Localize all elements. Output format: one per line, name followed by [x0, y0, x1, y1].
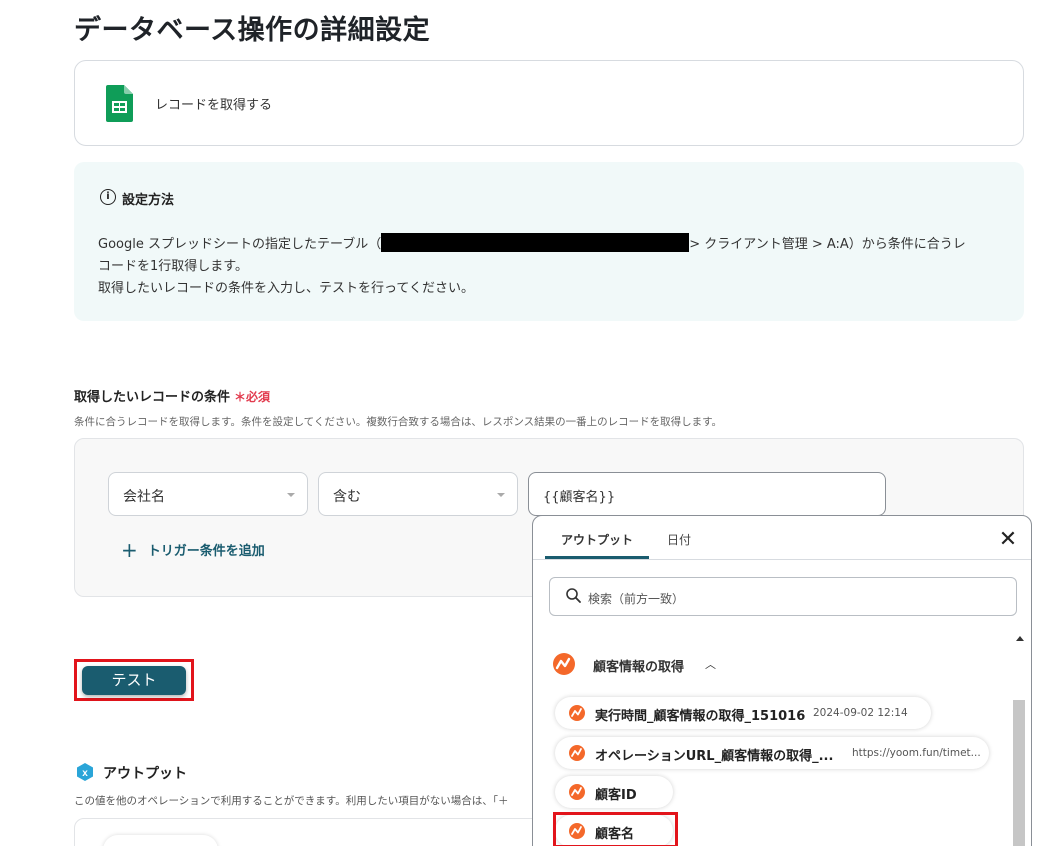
info-line2: コードを1行取得します。 — [98, 259, 248, 274]
close-icon[interactable]: ✕ — [997, 529, 1019, 551]
yoom-logo-icon — [569, 784, 585, 800]
required-mark: ＊必須 — [234, 390, 271, 404]
google-sheets-icon — [106, 85, 133, 122]
info-line1-before: Google スプレッドシートの指定したテーブル（ — [98, 237, 382, 252]
chevron-up-icon[interactable]: ︿ — [705, 656, 716, 672]
field-select-value: 会社名 — [123, 489, 165, 505]
tab-output[interactable]: アウトプット — [561, 531, 633, 548]
search-icon — [566, 588, 581, 603]
customer-name-highlight-box — [553, 812, 678, 846]
condition-value-text: {{顧客名}} — [543, 490, 616, 505]
info-body: Google スプレッドシートの指定したテーブル（ > クライアント管理 > A:… — [98, 233, 1008, 300]
search-placeholder: 検索（前方一致） — [588, 592, 685, 606]
field-select[interactable]: 会社名 — [108, 472, 308, 516]
redacted-block — [381, 233, 690, 252]
output-chip[interactable] — [103, 835, 218, 846]
svg-text:x: x — [82, 768, 88, 779]
condition-value-input[interactable]: {{顧客名}} — [528, 472, 886, 516]
scroll-up-arrow-icon[interactable] — [1016, 636, 1024, 641]
add-condition-label: トリガー条件を追加 — [147, 544, 265, 559]
conditions-description: 条件に合うレコードを取得します。条件を設定してください。複数行合致する場合は、レ… — [74, 416, 723, 428]
test-highlight-box: テスト — [74, 659, 194, 701]
output-description: この値を他のオペレーションで利用することができます。利用したい項目がない場合は、… — [74, 795, 509, 807]
chevron-down-icon — [287, 493, 295, 497]
action-label: レコードを取得する — [155, 98, 273, 113]
list-item[interactable]: オペレーションURL_顧客情報の取得_... https://yoom.fun/… — [555, 737, 989, 769]
chevron-down-icon — [497, 493, 505, 497]
operator-select[interactable]: 含む — [318, 472, 518, 516]
tab-date[interactable]: 日付 — [667, 531, 691, 548]
page-title: データベース操作の詳細設定 — [74, 15, 431, 46]
search-input[interactable]: 検索（前方一致） — [549, 577, 1017, 616]
tab-divider — [533, 559, 1031, 560]
action-card[interactable]: レコードを取得する — [74, 60, 1024, 146]
list-item[interactable]: 実行時間_顧客情報の取得_151016 2024-09-02 12:14 — [555, 697, 931, 729]
info-box: i 設定方法 Google スプレッドシートの指定したテーブル（ > クライアント… — [74, 162, 1024, 321]
item-value: https://yoom.fun/timet... — [852, 747, 981, 759]
output-panel — [74, 818, 544, 846]
conditions-title: 取得したいレコードの条件 ＊必須 — [74, 386, 270, 405]
scrollbar-thumb[interactable] — [1013, 700, 1025, 846]
add-condition-button[interactable]: + トリガー条件を追加 — [121, 538, 265, 562]
yoom-logo-icon — [569, 705, 585, 721]
info-line3: 取得したいレコードの条件を入力し、テストを行ってください。 — [98, 281, 474, 296]
operator-select-value: 含む — [333, 489, 361, 505]
item-name: 顧客ID — [595, 788, 637, 803]
item-name: オペレーションURL_顧客情報の取得_... — [595, 749, 834, 764]
list-item[interactable]: 顧客ID — [555, 776, 673, 808]
yoom-logo-icon — [569, 745, 585, 761]
info-title: 設定方法 — [122, 193, 175, 208]
conditions-title-text: 取得したいレコードの条件 — [74, 390, 231, 405]
info-line1-after: > クライアント管理 > A:A）から条件に合うレ — [689, 237, 966, 252]
group-label[interactable]: 顧客情報の取得 — [593, 656, 684, 675]
item-value: 2024-09-02 12:14 — [813, 707, 908, 719]
yoom-logo-icon — [553, 653, 575, 675]
test-button[interactable]: テスト — [82, 666, 186, 695]
variable-dropdown: アウトプット 日付 ✕ 検索（前方一致） 顧客情報の取得 ︿ 実行時間_顧客情報… — [532, 515, 1032, 846]
plus-icon: + — [121, 538, 138, 562]
info-icon: i — [100, 189, 116, 205]
scrollbar[interactable] — [1013, 634, 1025, 846]
item-name: 実行時間_顧客情報の取得_151016 — [595, 709, 806, 724]
output-title: アウトプット — [103, 766, 187, 782]
output-icon: x — [77, 763, 93, 781]
